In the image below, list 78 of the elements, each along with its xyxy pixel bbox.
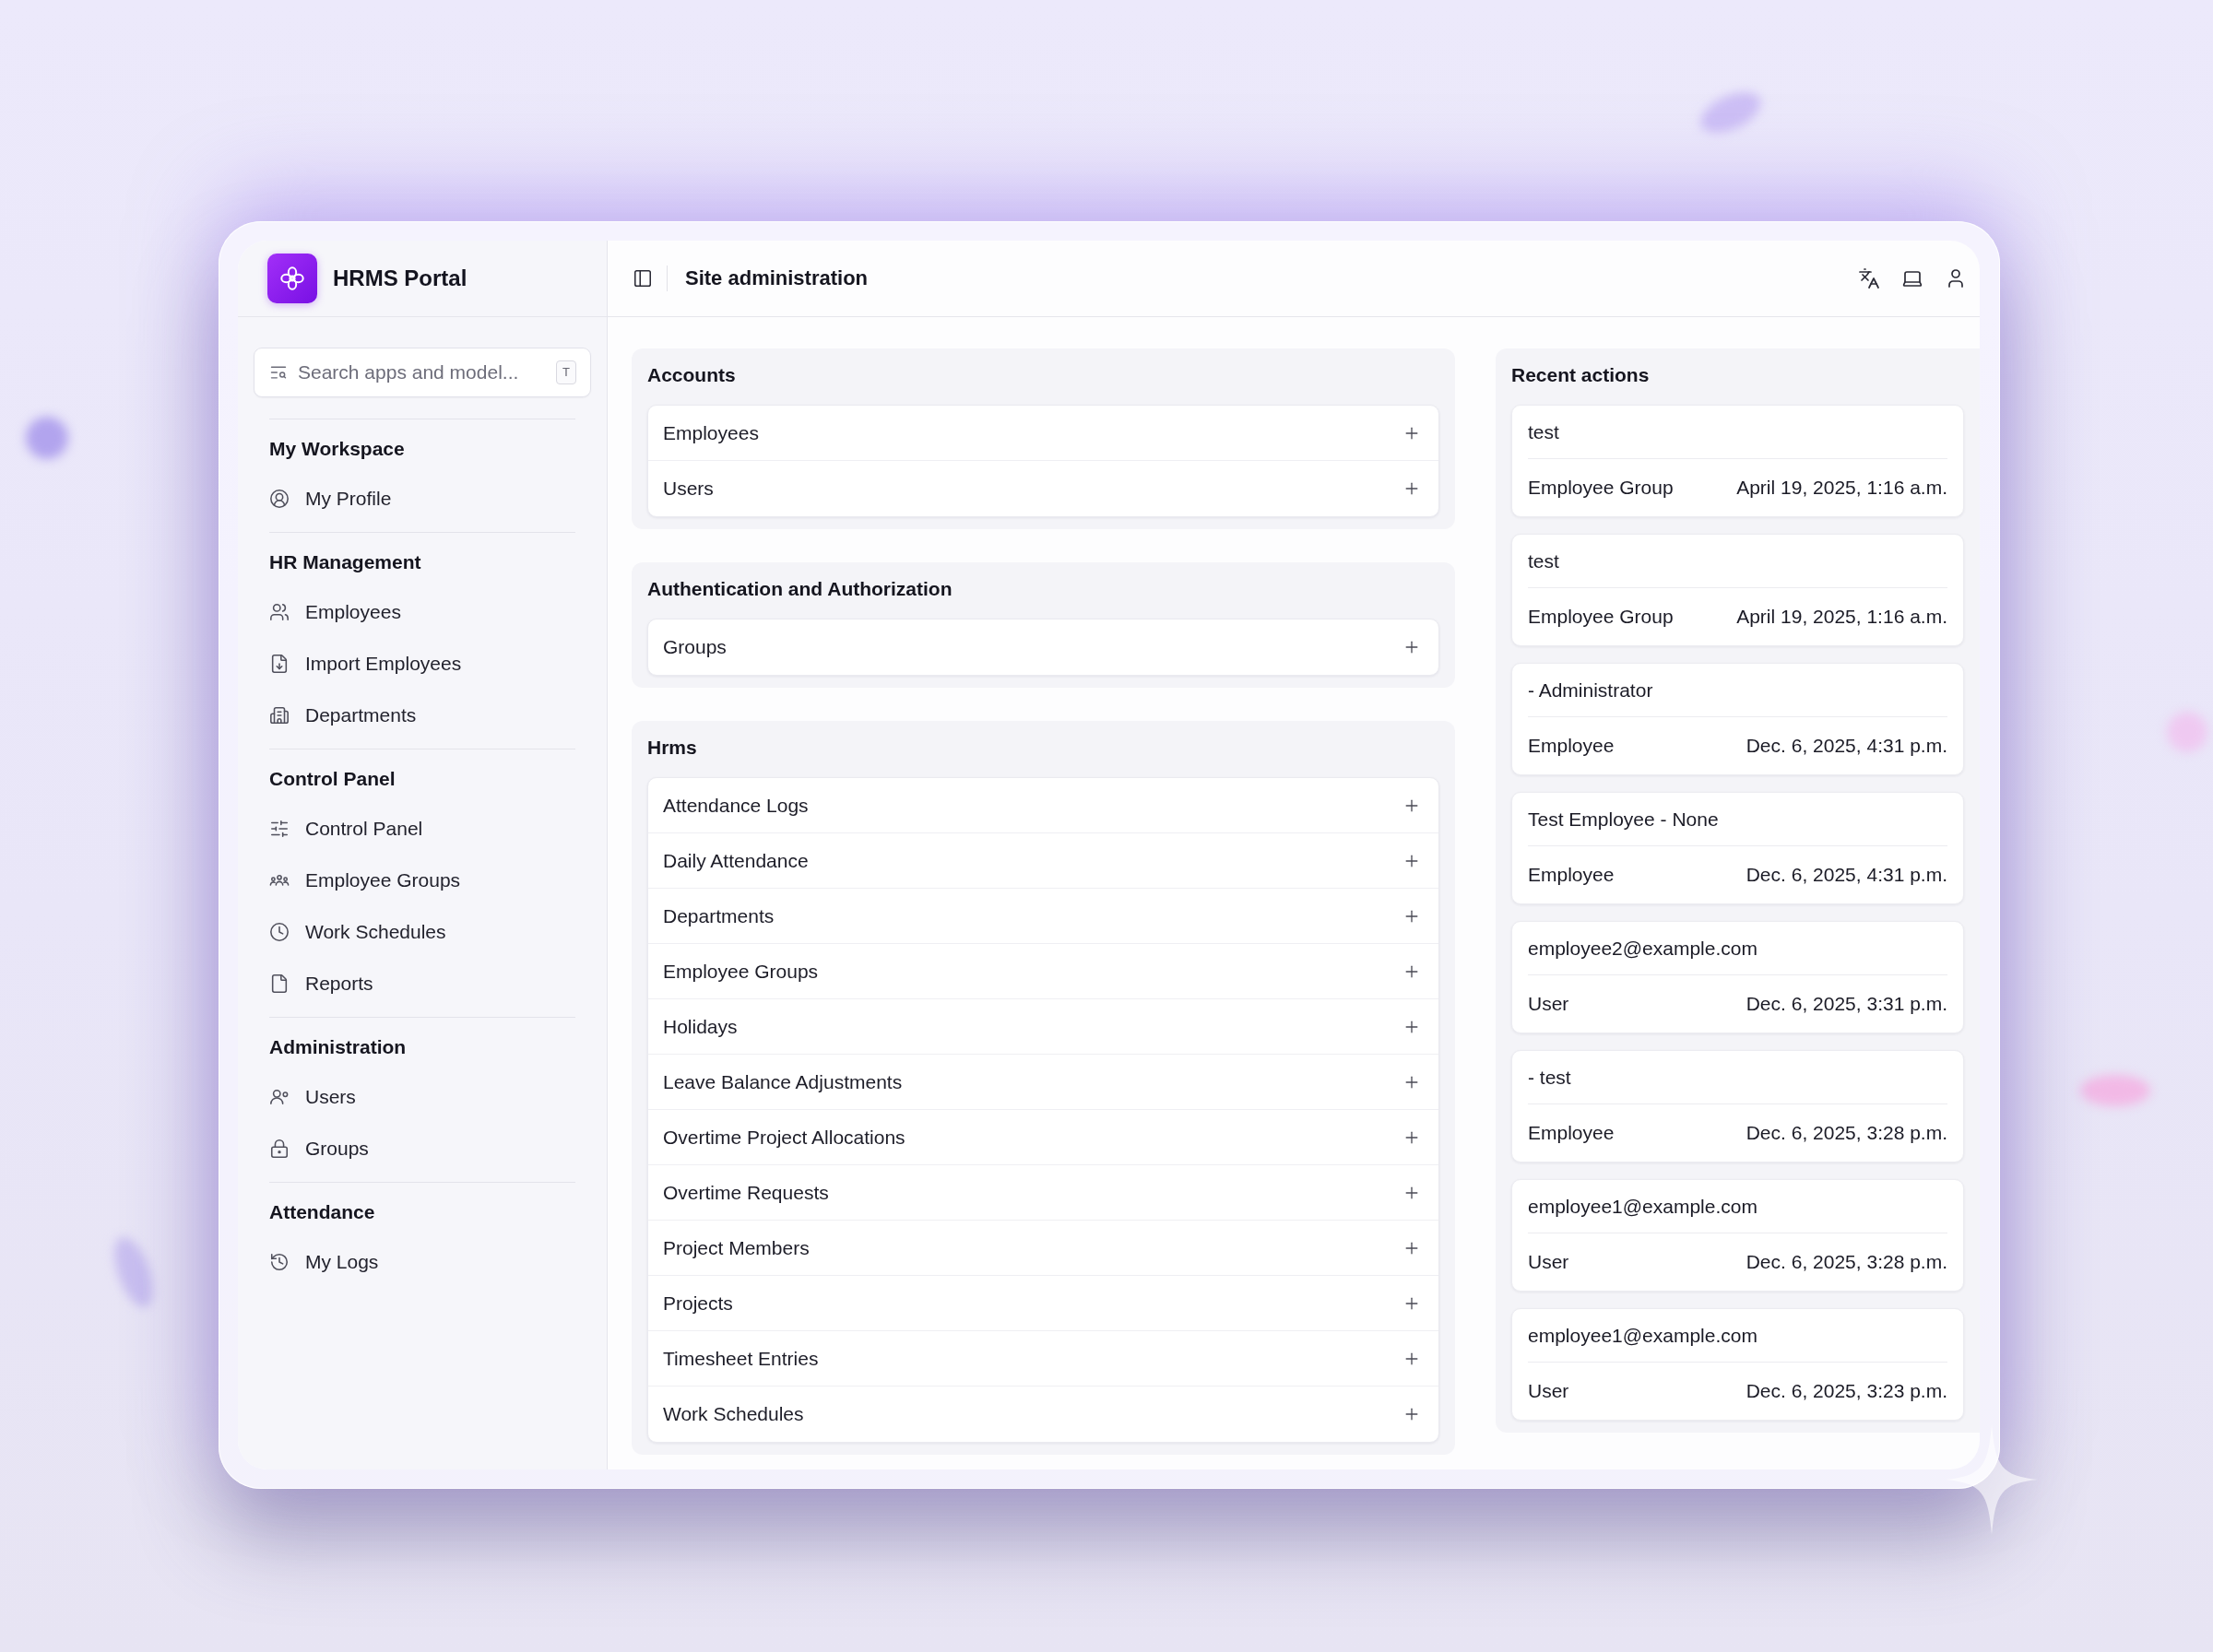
action-object[interactable]: - test bbox=[1528, 1066, 1571, 1089]
lock-icon bbox=[269, 1139, 290, 1159]
model-link[interactable]: Users bbox=[663, 478, 714, 500]
model-link[interactable]: Leave Balance Adjustments bbox=[663, 1070, 903, 1093]
sidebar-section-title: Attendance bbox=[269, 1200, 376, 1224]
model-link[interactable]: Employees bbox=[663, 421, 759, 444]
action-time: April 19, 2025, 1:16 a.m. bbox=[1736, 606, 1947, 628]
sliders-icon bbox=[269, 819, 290, 839]
sidebar-item[interactable]: Import Employees bbox=[269, 638, 575, 690]
action-type: Employee bbox=[1528, 735, 1615, 757]
user-circle-icon bbox=[269, 489, 290, 509]
action-time: April 19, 2025, 1:16 a.m. bbox=[1736, 477, 1947, 499]
sidebar-item[interactable]: Employee Groups bbox=[269, 855, 575, 906]
sidebar-section-title: Control Panel bbox=[269, 767, 396, 791]
action-object[interactable]: employee1@example.com bbox=[1528, 1324, 1757, 1347]
sidebar-item[interactable]: Employees bbox=[269, 586, 575, 638]
shortcut-key: T bbox=[556, 360, 576, 384]
model-link[interactable]: Overtime Project Allocations bbox=[663, 1126, 905, 1149]
file-icon bbox=[269, 974, 290, 994]
sidebar-section-title: My Workspace bbox=[269, 437, 406, 461]
action-time: Dec. 6, 2025, 3:28 p.m. bbox=[1746, 1122, 1947, 1144]
model-link[interactable]: Departments bbox=[663, 904, 775, 927]
model-link[interactable]: Daily Attendance bbox=[663, 849, 809, 872]
action-object[interactable]: test bbox=[1528, 549, 1559, 572]
model-link[interactable]: Overtime Requests bbox=[663, 1181, 829, 1204]
action-type: User bbox=[1528, 993, 1569, 1015]
sidebar-item[interactable]: My Logs bbox=[269, 1236, 575, 1288]
sidebar-toggle-icon[interactable] bbox=[633, 268, 653, 289]
model-link[interactable]: Timesheet Entries bbox=[663, 1347, 819, 1370]
sidebar-item[interactable]: My Profile bbox=[269, 473, 575, 525]
sidebar-item[interactable]: Control Panel bbox=[269, 803, 575, 855]
sidebar-section-title: HR Management bbox=[269, 550, 422, 574]
sidebar-item[interactable]: Reports bbox=[269, 958, 575, 1009]
sidebar-item[interactable]: Work Schedules bbox=[269, 906, 575, 958]
app-name: HRMS Portal bbox=[333, 266, 467, 291]
model-link[interactable]: Projects bbox=[663, 1292, 733, 1315]
building-icon bbox=[269, 705, 290, 726]
action-time: Dec. 6, 2025, 4:31 p.m. bbox=[1746, 864, 1947, 886]
action-type: Employee bbox=[1528, 864, 1615, 886]
history-icon bbox=[269, 1252, 290, 1272]
decorative-blob bbox=[2167, 712, 2207, 752]
model-link[interactable]: Employee Groups bbox=[663, 960, 819, 983]
model-link[interactable]: Groups bbox=[663, 636, 727, 658]
sidebar-section-title: Administration bbox=[269, 1035, 408, 1059]
action-time: Dec. 6, 2025, 3:31 p.m. bbox=[1746, 993, 1947, 1015]
action-type: Employee Group bbox=[1528, 606, 1674, 628]
action-time: Dec. 6, 2025, 3:28 p.m. bbox=[1746, 1251, 1947, 1273]
decorative-blob bbox=[26, 417, 68, 459]
action-type: User bbox=[1528, 1380, 1569, 1402]
action-object[interactable]: test bbox=[1528, 420, 1559, 443]
app-title: Authentication and Authorization bbox=[647, 577, 953, 601]
action-type: Employee bbox=[1528, 1122, 1615, 1144]
action-object[interactable]: - Administrator bbox=[1528, 678, 1653, 702]
sidebar-item[interactable]: Departments bbox=[269, 690, 575, 741]
user-icon bbox=[269, 1087, 290, 1107]
translate-icon[interactable] bbox=[1858, 267, 1880, 289]
users-icon bbox=[269, 602, 290, 622]
file-arrow-icon bbox=[269, 654, 290, 674]
panel-title: Recent actions bbox=[1511, 363, 1651, 387]
action-time: Dec. 6, 2025, 4:31 p.m. bbox=[1746, 735, 1947, 757]
app-title: Hrms bbox=[647, 736, 698, 760]
app-title: Accounts bbox=[647, 363, 737, 387]
action-object[interactable]: employee1@example.com bbox=[1528, 1195, 1757, 1218]
action-object[interactable]: Test Employee - None bbox=[1528, 808, 1719, 831]
page-title: Site administration bbox=[685, 266, 869, 290]
clock-icon bbox=[269, 922, 290, 942]
model-link[interactable]: Attendance Logs bbox=[663, 794, 809, 817]
model-link[interactable]: Holidays bbox=[663, 1015, 738, 1038]
search-icon bbox=[269, 363, 288, 382]
action-type: Employee Group bbox=[1528, 477, 1674, 499]
action-object[interactable]: employee2@example.com bbox=[1528, 937, 1757, 960]
sidebar-item[interactable]: Users bbox=[269, 1071, 575, 1123]
sidebar-item[interactable]: Groups bbox=[269, 1123, 575, 1174]
action-time: Dec. 6, 2025, 3:23 p.m. bbox=[1746, 1380, 1947, 1402]
action-type: User bbox=[1528, 1251, 1569, 1273]
model-link[interactable]: Project Members bbox=[663, 1236, 810, 1259]
flower-logo-icon bbox=[267, 254, 317, 303]
model-link[interactable]: Work Schedules bbox=[663, 1403, 804, 1425]
